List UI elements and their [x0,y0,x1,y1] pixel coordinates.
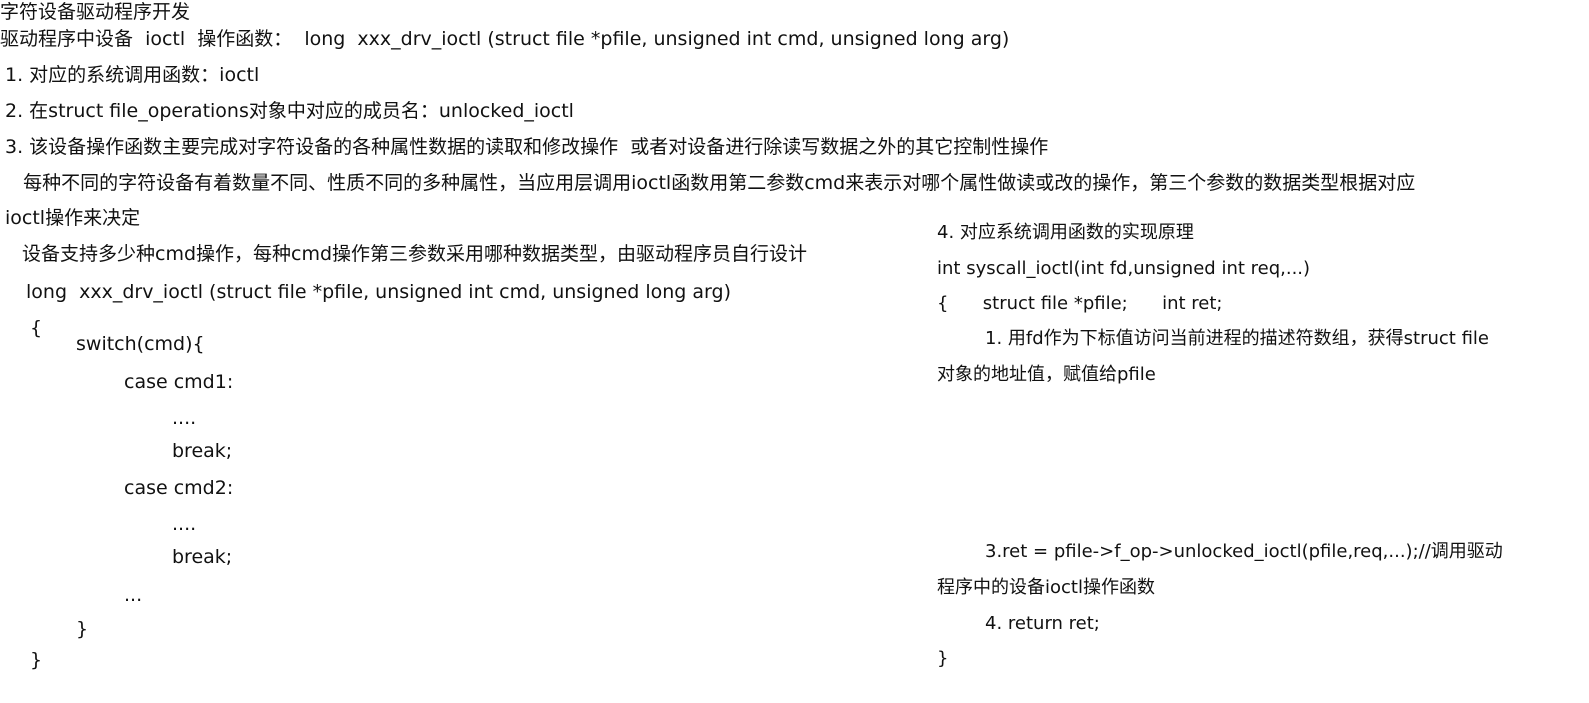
paragraph-2: 设备支持多少种cmd操作，每种cmd操作第三参数采用哪种数据类型，由驱动程序员自… [22,243,808,265]
step-1: 1. 用fd作为下标值访问当前进程的描述符数组，获得struct file [985,328,1489,349]
code-dots-1: .... [172,407,197,429]
syscall-declarations: { struct file *pfile; int ret; [937,293,1223,314]
code-case-1: case cmd1: [124,371,234,393]
code-close-brace: } [30,649,43,671]
paragraph-1: 每种不同的字符设备有着数量不同、性质不同的多种属性，当应用层调用ioctl函数用… [5,172,1416,194]
syscall-close-brace: } [937,648,949,669]
section-4-heading: 4. 对应系统调用函数的实现原理 [937,222,1194,243]
code-switch: switch(cmd){ [76,333,205,355]
step-3-continued: 程序中的设备ioctl操作函数 [937,577,1155,598]
code-break-1: break; [172,440,233,462]
step-4: 4. return ret; [985,613,1100,634]
paragraph-1-continued: ioctl操作来决定 [5,207,141,229]
syscall-signature: int syscall_ioctl(int fd,unsigned int re… [937,258,1311,279]
item-1: 1. 对应的系统调用函数：ioctl [5,64,260,86]
item-3: 3. 该设备操作函数主要完成对字符设备的各种属性数据的读取和修改操作 或者对设备… [5,136,1049,158]
code-case-2: case cmd2: [124,477,234,499]
code-open-brace: { [30,317,43,339]
doc-title: 字符设备驱动程序开发 [0,1,191,23]
step-3: 3.ret = pfile->f_op->unlocked_ioctl(pfil… [985,541,1503,562]
code-break-2: break; [172,546,233,568]
code-dots-3: ... [124,584,143,606]
doc-subtitle: 驱动程序中设备 ioctl 操作函数： long xxx_drv_ioctl (… [0,28,1010,50]
item-2: 2. 在struct file_operations对象中对应的成员名：unlo… [5,100,574,122]
step-1-continued: 对象的地址值，赋值给pfile [937,364,1156,385]
code-dots-2: .... [172,513,197,535]
code-switch-close: } [76,618,89,640]
code-signature: long xxx_drv_ioctl (struct file *pfile, … [26,281,732,303]
